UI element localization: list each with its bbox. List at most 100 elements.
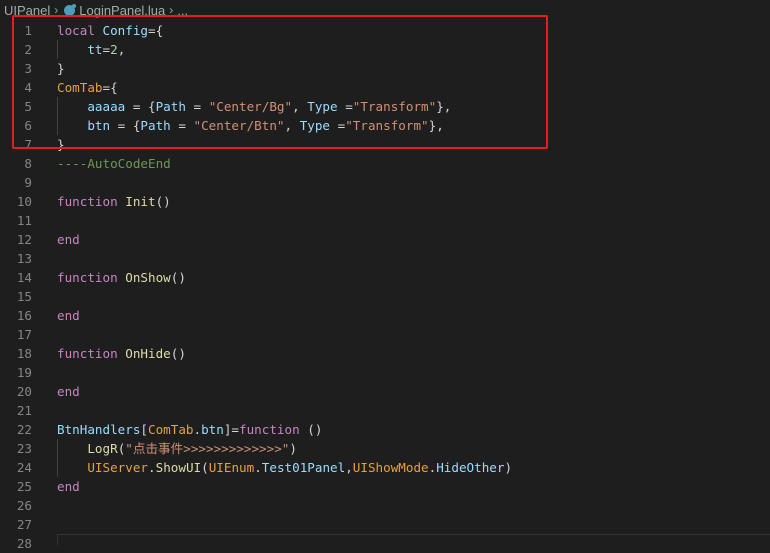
line-number: 5 (24, 99, 32, 114)
code-line[interactable]: 24 UIServer.ShowUI(UIEnum.Test01Panel,UI… (0, 458, 770, 477)
editor-scroll-region (57, 534, 770, 545)
code-token: = (102, 42, 111, 57)
code-token: end (57, 479, 80, 494)
code-token: function (57, 270, 126, 285)
code-token: "Transform" (345, 118, 429, 133)
code-token: () (155, 194, 171, 209)
code-line[interactable]: 18 function OnHide() (0, 344, 770, 363)
code-token: Test01Panel (261, 460, 346, 475)
code-line[interactable]: 12 end (0, 230, 770, 249)
code-token: OnShow (125, 270, 171, 285)
code-line[interactable]: 26 (0, 496, 770, 515)
code-token: , (117, 42, 126, 57)
code-token: () (299, 422, 323, 437)
code-token: ={ (102, 80, 118, 95)
code-token: "Center/Bg" (208, 99, 293, 114)
code-line[interactable]: 6 btn = {Path = "Center/Btn", Type ="Tra… (0, 116, 770, 135)
code-text: local Config={ (57, 21, 163, 40)
code-line[interactable]: 11 (0, 211, 770, 230)
line-number: 25 (16, 479, 32, 494)
code-token: Init (125, 194, 156, 209)
breadcrumb-folder[interactable]: UIPanel (0, 3, 50, 18)
code-token: ComTab (57, 80, 103, 95)
code-token: "Transform" (352, 99, 437, 114)
code-token: function (239, 422, 300, 437)
code-line[interactable]: 8 ----AutoCodeEnd (0, 154, 770, 173)
code-line[interactable]: 16 end (0, 306, 770, 325)
code-text: btn = {Path = "Center/Btn", Type ="Trans… (57, 116, 443, 135)
code-text: function OnShow() (57, 268, 186, 287)
code-text: UIServer.ShowUI(UIEnum.Test01Panel,UISho… (57, 458, 512, 477)
line-number: 15 (16, 289, 32, 304)
code-line[interactable]: 13 (0, 249, 770, 268)
breadcrumb-file[interactable]: LoginPanel.lua (79, 3, 165, 18)
code-line[interactable]: 10 function Init() (0, 192, 770, 211)
line-number: 17 (16, 327, 32, 342)
code-token: LogR (87, 441, 118, 456)
code-text: end (57, 306, 80, 325)
code-line[interactable]: 9 (0, 173, 770, 192)
line-number: 20 (16, 384, 32, 399)
line-number: 3 (24, 61, 32, 76)
code-token: ) (504, 460, 513, 475)
line-number: 10 (16, 194, 32, 209)
code-token: end (57, 384, 80, 399)
code-line[interactable]: 23 LogR("点击事件>>>>>>>>>>>>>") (0, 439, 770, 458)
code-line[interactable]: 17 (0, 325, 770, 344)
code-text: end (57, 230, 80, 249)
code-text: ----AutoCodeEnd (57, 154, 171, 173)
code-token: . (193, 422, 202, 437)
code-token: function (57, 194, 126, 209)
code-token: . (148, 460, 156, 475)
code-token: = (185, 99, 209, 114)
breadcrumb-more[interactable]: ... (177, 3, 188, 18)
code-line[interactable]: 2 tt=2, (0, 40, 770, 59)
code-token: "点击事件>>>>>>>>>>>>>" (125, 441, 290, 456)
code-token: Type (307, 99, 338, 114)
code-line[interactable]: 20 end (0, 382, 770, 401)
code-text: ComTab={ (57, 78, 118, 97)
code-token: 2 (110, 42, 118, 57)
breadcrumb: UIPanel › LoginPanel.lua › ... (0, 0, 770, 20)
code-editor[interactable]: 1 local Config={2 tt=2, 3} 4 ComTab={5 aaaaa… (0, 20, 770, 551)
code-token: . (254, 460, 262, 475)
code-line[interactable]: 3} (0, 59, 770, 78)
code-token: aaaaa (57, 99, 126, 114)
code-token: "Center/Btn" (193, 118, 285, 133)
line-number: 18 (16, 346, 32, 361)
code-line[interactable]: 14 function OnShow() (0, 268, 770, 287)
code-token: = { (110, 118, 141, 133)
code-text: } (57, 135, 65, 154)
code-line[interactable]: 25 end (0, 477, 770, 496)
line-number: 27 (16, 517, 32, 532)
code-text: end (57, 382, 80, 401)
code-line[interactable]: 22 BtnHandlers[ComTab.btn]=function () (0, 420, 770, 439)
line-number: 2 (24, 42, 32, 57)
line-number: 14 (16, 270, 32, 285)
code-token: tt (57, 42, 103, 57)
code-text: function Init() (57, 192, 171, 211)
line-number: 16 (16, 308, 32, 323)
code-token: Config (102, 23, 149, 38)
code-line[interactable]: 19 (0, 363, 770, 382)
line-number: 26 (16, 498, 32, 513)
code-line[interactable]: 15 (0, 287, 770, 306)
code-text: aaaaa = {Path = "Center/Bg", Type ="Tran… (57, 97, 451, 116)
code-line[interactable]: 27 (0, 515, 770, 534)
code-token: BtnHandlers (57, 422, 141, 437)
code-token: ]= (223, 422, 240, 437)
code-line[interactable]: 5 aaaaa = {Path = "Center/Bg", Type ="Tr… (0, 97, 770, 116)
code-token: } (57, 61, 65, 76)
code-token: ( (201, 460, 209, 475)
code-line[interactable]: 21 (0, 401, 770, 420)
code-text: function OnHide() (57, 344, 186, 363)
code-line[interactable]: 7} (0, 135, 770, 154)
line-number: 12 (16, 232, 32, 247)
lua-file-icon (64, 3, 77, 16)
code-line[interactable]: 1 local Config={ (0, 21, 770, 40)
code-token: function (57, 346, 126, 361)
code-token: = { (125, 99, 156, 114)
line-number: 13 (16, 251, 32, 266)
line-number: 4 (24, 80, 32, 95)
code-line[interactable]: 4 ComTab={ (0, 78, 770, 97)
